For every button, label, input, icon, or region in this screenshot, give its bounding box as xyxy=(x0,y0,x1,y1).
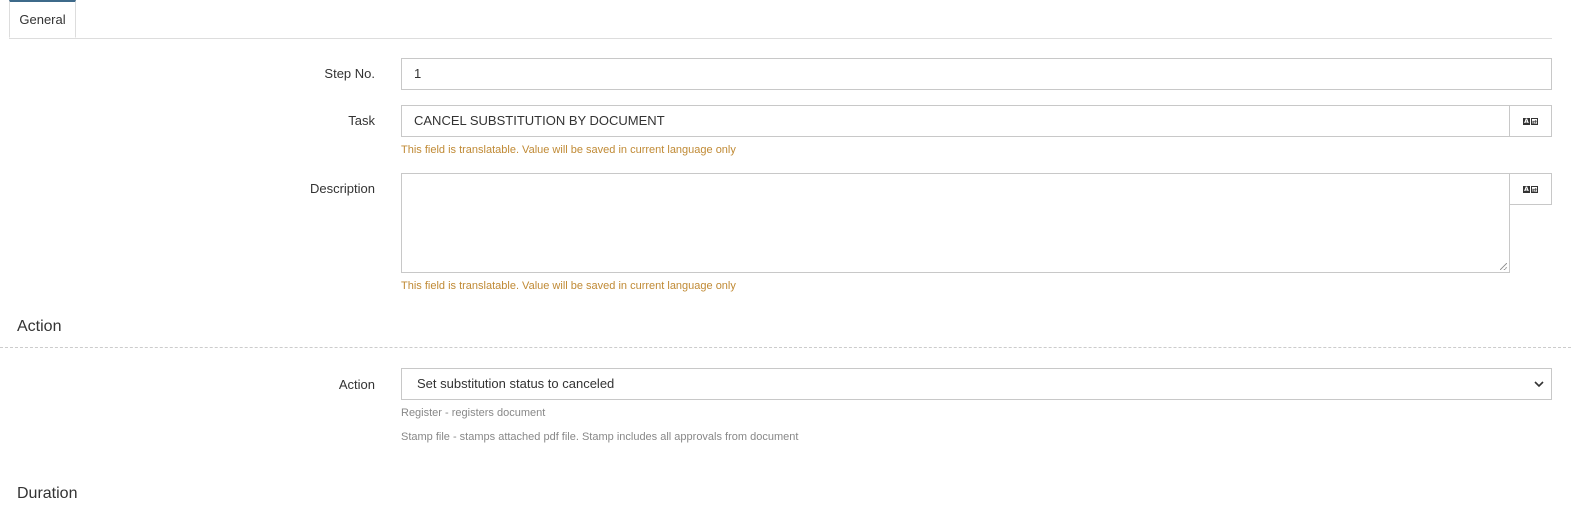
task-translatable-hint: This field is translatable. Value will b… xyxy=(401,144,736,156)
task-translate-button[interactable]: A ⇄ xyxy=(1509,105,1552,137)
section-divider xyxy=(0,347,1571,348)
task-input[interactable]: CANCEL SUBSTITUTION BY DOCUMENT xyxy=(401,105,1510,137)
action-section-title: Action xyxy=(17,318,62,335)
task-label: Task xyxy=(348,113,375,128)
duration-section-title: Duration xyxy=(17,485,78,502)
action-label: Action xyxy=(338,377,375,392)
description-translatable-hint: This field is translatable. Value will b… xyxy=(401,280,736,292)
chevron-down-icon xyxy=(1534,381,1544,388)
action-help-stamp-file: Stamp file - stamps attached pdf file. S… xyxy=(401,431,799,443)
step-no-input[interactable]: 1 xyxy=(401,58,1552,90)
action-help-register: Register - registers document xyxy=(401,407,546,419)
tab-general[interactable]: General xyxy=(9,0,76,38)
tab-bar-divider xyxy=(9,38,1552,39)
resize-grip-icon[interactable] xyxy=(1500,263,1507,270)
description-label: Description xyxy=(309,181,375,196)
action-select[interactable]: Set substitution status to canceled xyxy=(401,368,1552,400)
description-translate-button[interactable]: A ⇄ xyxy=(1509,173,1552,205)
translate-icon: A ⇄ xyxy=(1523,185,1538,194)
translate-icon: A ⇄ xyxy=(1523,117,1538,126)
step-no-label: Step No. xyxy=(324,66,375,81)
description-textarea[interactable] xyxy=(401,173,1510,273)
action-selected-value: Set substitution status to canceled xyxy=(417,376,615,391)
tab-bar: General xyxy=(0,0,1552,39)
